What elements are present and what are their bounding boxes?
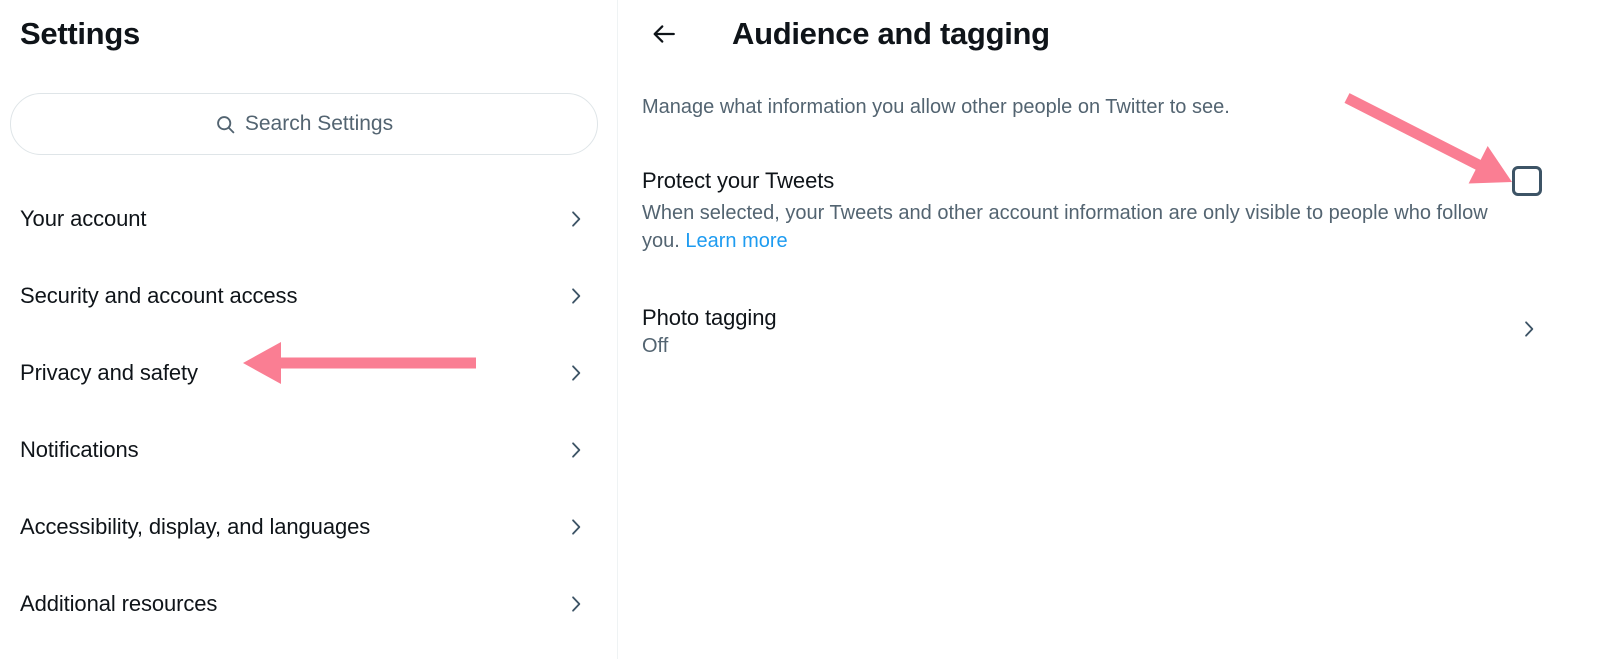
- settings-screen: Settings Search Settings Your account Se…: [0, 0, 1600, 659]
- learn-more-link[interactable]: Learn more: [685, 230, 787, 252]
- chevron-right-icon: [566, 360, 586, 386]
- sidebar-item-label: Accessibility, display, and languages: [20, 513, 371, 539]
- panel-header: Audience and tagging: [618, 0, 1600, 68]
- search-input-placeholder[interactable]: Search Settings: [245, 112, 393, 136]
- arrow-left-icon: [651, 21, 677, 52]
- setting-title: Protect your Tweets: [642, 168, 835, 193]
- chevron-right-icon: [566, 283, 586, 309]
- sidebar-item-your-account[interactable]: Your account: [0, 180, 617, 257]
- search-settings-box[interactable]: Search Settings: [10, 93, 598, 155]
- page-title: Settings: [20, 16, 140, 51]
- chevron-right-icon: [1519, 316, 1539, 342]
- sidebar-item-label: Notifications: [20, 436, 139, 462]
- protect-your-tweets-checkbox[interactable]: [1512, 166, 1542, 196]
- sidebar-item-security-and-account-access[interactable]: Security and account access: [0, 257, 617, 334]
- back-button[interactable]: [642, 14, 686, 58]
- sidebar-item-label: Additional resources: [20, 590, 218, 616]
- chevron-right-icon: [566, 591, 586, 617]
- chevron-right-icon: [566, 206, 586, 232]
- chevron-right-icon: [566, 437, 586, 463]
- sidebar-item-label: Your account: [20, 205, 147, 231]
- panel-description: Manage what information you allow other …: [642, 96, 1230, 118]
- sidebar-item-additional-resources[interactable]: Additional resources: [0, 565, 617, 642]
- setting-title: Photo tagging: [642, 305, 777, 330]
- chevron-right-icon: [566, 514, 586, 540]
- sidebar-item-label: Security and account access: [20, 282, 298, 308]
- sidebar-item-privacy-and-safety[interactable]: Privacy and safety: [0, 334, 617, 411]
- audience-and-tagging-panel: Audience and tagging Manage what informa…: [618, 0, 1600, 659]
- sidebar-item-label: Privacy and safety: [20, 359, 198, 385]
- setting-row-photo-tagging[interactable]: Photo tagging Off: [618, 290, 1600, 374]
- settings-nav-list: Your account Security and account access…: [0, 180, 617, 642]
- search-icon: [215, 114, 236, 135]
- sidebar-item-accessibility-display-and-languages[interactable]: Accessibility, display, and languages: [0, 488, 617, 565]
- settings-sidebar: Settings Search Settings Your account Se…: [0, 0, 617, 659]
- setting-value: Off: [642, 335, 669, 357]
- panel-title: Audience and tagging: [732, 16, 1050, 51]
- setting-row-protect-your-tweets: Protect your Tweets When selected, your …: [618, 158, 1600, 268]
- setting-description: When selected, your Tweets and other acc…: [642, 195, 1497, 255]
- sidebar-item-notifications[interactable]: Notifications: [0, 411, 617, 488]
